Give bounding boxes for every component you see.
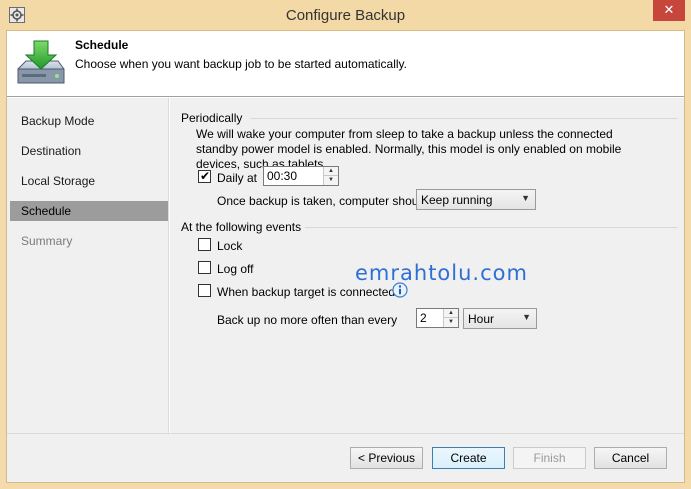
events-label: At the following events (181, 220, 302, 234)
frequency-stepper[interactable]: 2 ▲ ▼ (416, 308, 459, 328)
wizard-nav: Backup Mode Destination Local Storage Sc… (7, 98, 169, 433)
divider (305, 227, 678, 228)
frequency-down-arrow-icon[interactable]: ▼ (444, 318, 458, 327)
window-title: Configure Backup (285, 7, 406, 24)
divider (250, 118, 678, 119)
watermark-text: emrahtolu.com (355, 261, 528, 285)
configure-backup-window: Configure Backup ✕ Schedule Choose when … (0, 0, 691, 489)
lock-label: Lock (217, 239, 243, 253)
nav-item-summary: Summary (21, 234, 73, 248)
time-up-arrow-icon[interactable]: ▲ (324, 167, 338, 176)
cancel-button[interactable]: Cancel (594, 447, 667, 469)
periodically-label: Periodically (181, 111, 243, 125)
after-backup-select[interactable]: Keep running ▼ (416, 189, 536, 210)
nav-item-destination[interactable]: Destination (10, 141, 168, 161)
previous-button[interactable]: < Previous (350, 447, 423, 469)
time-down-arrow-icon[interactable]: ▼ (324, 176, 338, 185)
close-button[interactable]: ✕ (653, 0, 685, 21)
finish-button: Finish (513, 447, 586, 469)
nav-item-schedule[interactable]: Schedule (10, 201, 168, 221)
dialog-client-area: Schedule Choose when you want backup job… (6, 30, 685, 483)
daily-checkbox[interactable]: ✔ (198, 169, 211, 183)
create-button[interactable]: Create (432, 447, 505, 469)
frequency-unit-value: Hour (468, 312, 495, 326)
check-icon: ✔ (200, 169, 211, 183)
page-title: Schedule (75, 38, 129, 52)
page-description: Choose when you want backup job to be st… (75, 57, 407, 71)
daily-time-value: 00:30 (267, 169, 298, 183)
target-connected-checkbox[interactable] (198, 284, 211, 297)
backup-drive-download-icon (14, 39, 66, 89)
target-connected-label: When backup target is connected (217, 285, 396, 299)
wizard-header: Schedule Choose when you want backup job… (7, 31, 684, 97)
after-backup-value: Keep running (421, 193, 493, 207)
frequency-up-arrow-icon[interactable]: ▲ (444, 309, 458, 318)
schedule-panel: Periodically We will wake your computer … (170, 98, 684, 433)
logoff-label: Log off (217, 262, 254, 276)
nav-item-local-storage[interactable]: Local Storage (10, 171, 168, 191)
chevron-down-icon: ▼ (522, 312, 531, 322)
daily-time-picker[interactable]: 00:30 ▲ ▼ (263, 166, 339, 186)
after-backup-label: Once backup is taken, computer should (217, 194, 428, 208)
frequency-label: Back up no more often than every (217, 313, 398, 327)
frequency-unit-select[interactable]: Hour ▼ (463, 308, 537, 329)
title-bar[interactable]: Configure Backup ✕ (0, 0, 691, 30)
wizard-footer: < Previous Create Finish Cancel (7, 433, 684, 482)
lock-checkbox[interactable] (198, 238, 211, 251)
chevron-down-icon: ▼ (521, 193, 530, 203)
logoff-checkbox[interactable] (198, 261, 211, 274)
frequency-value: 2 (420, 311, 427, 325)
nav-item-backup-mode[interactable]: Backup Mode (10, 111, 168, 131)
daily-label: Daily at (217, 171, 258, 185)
